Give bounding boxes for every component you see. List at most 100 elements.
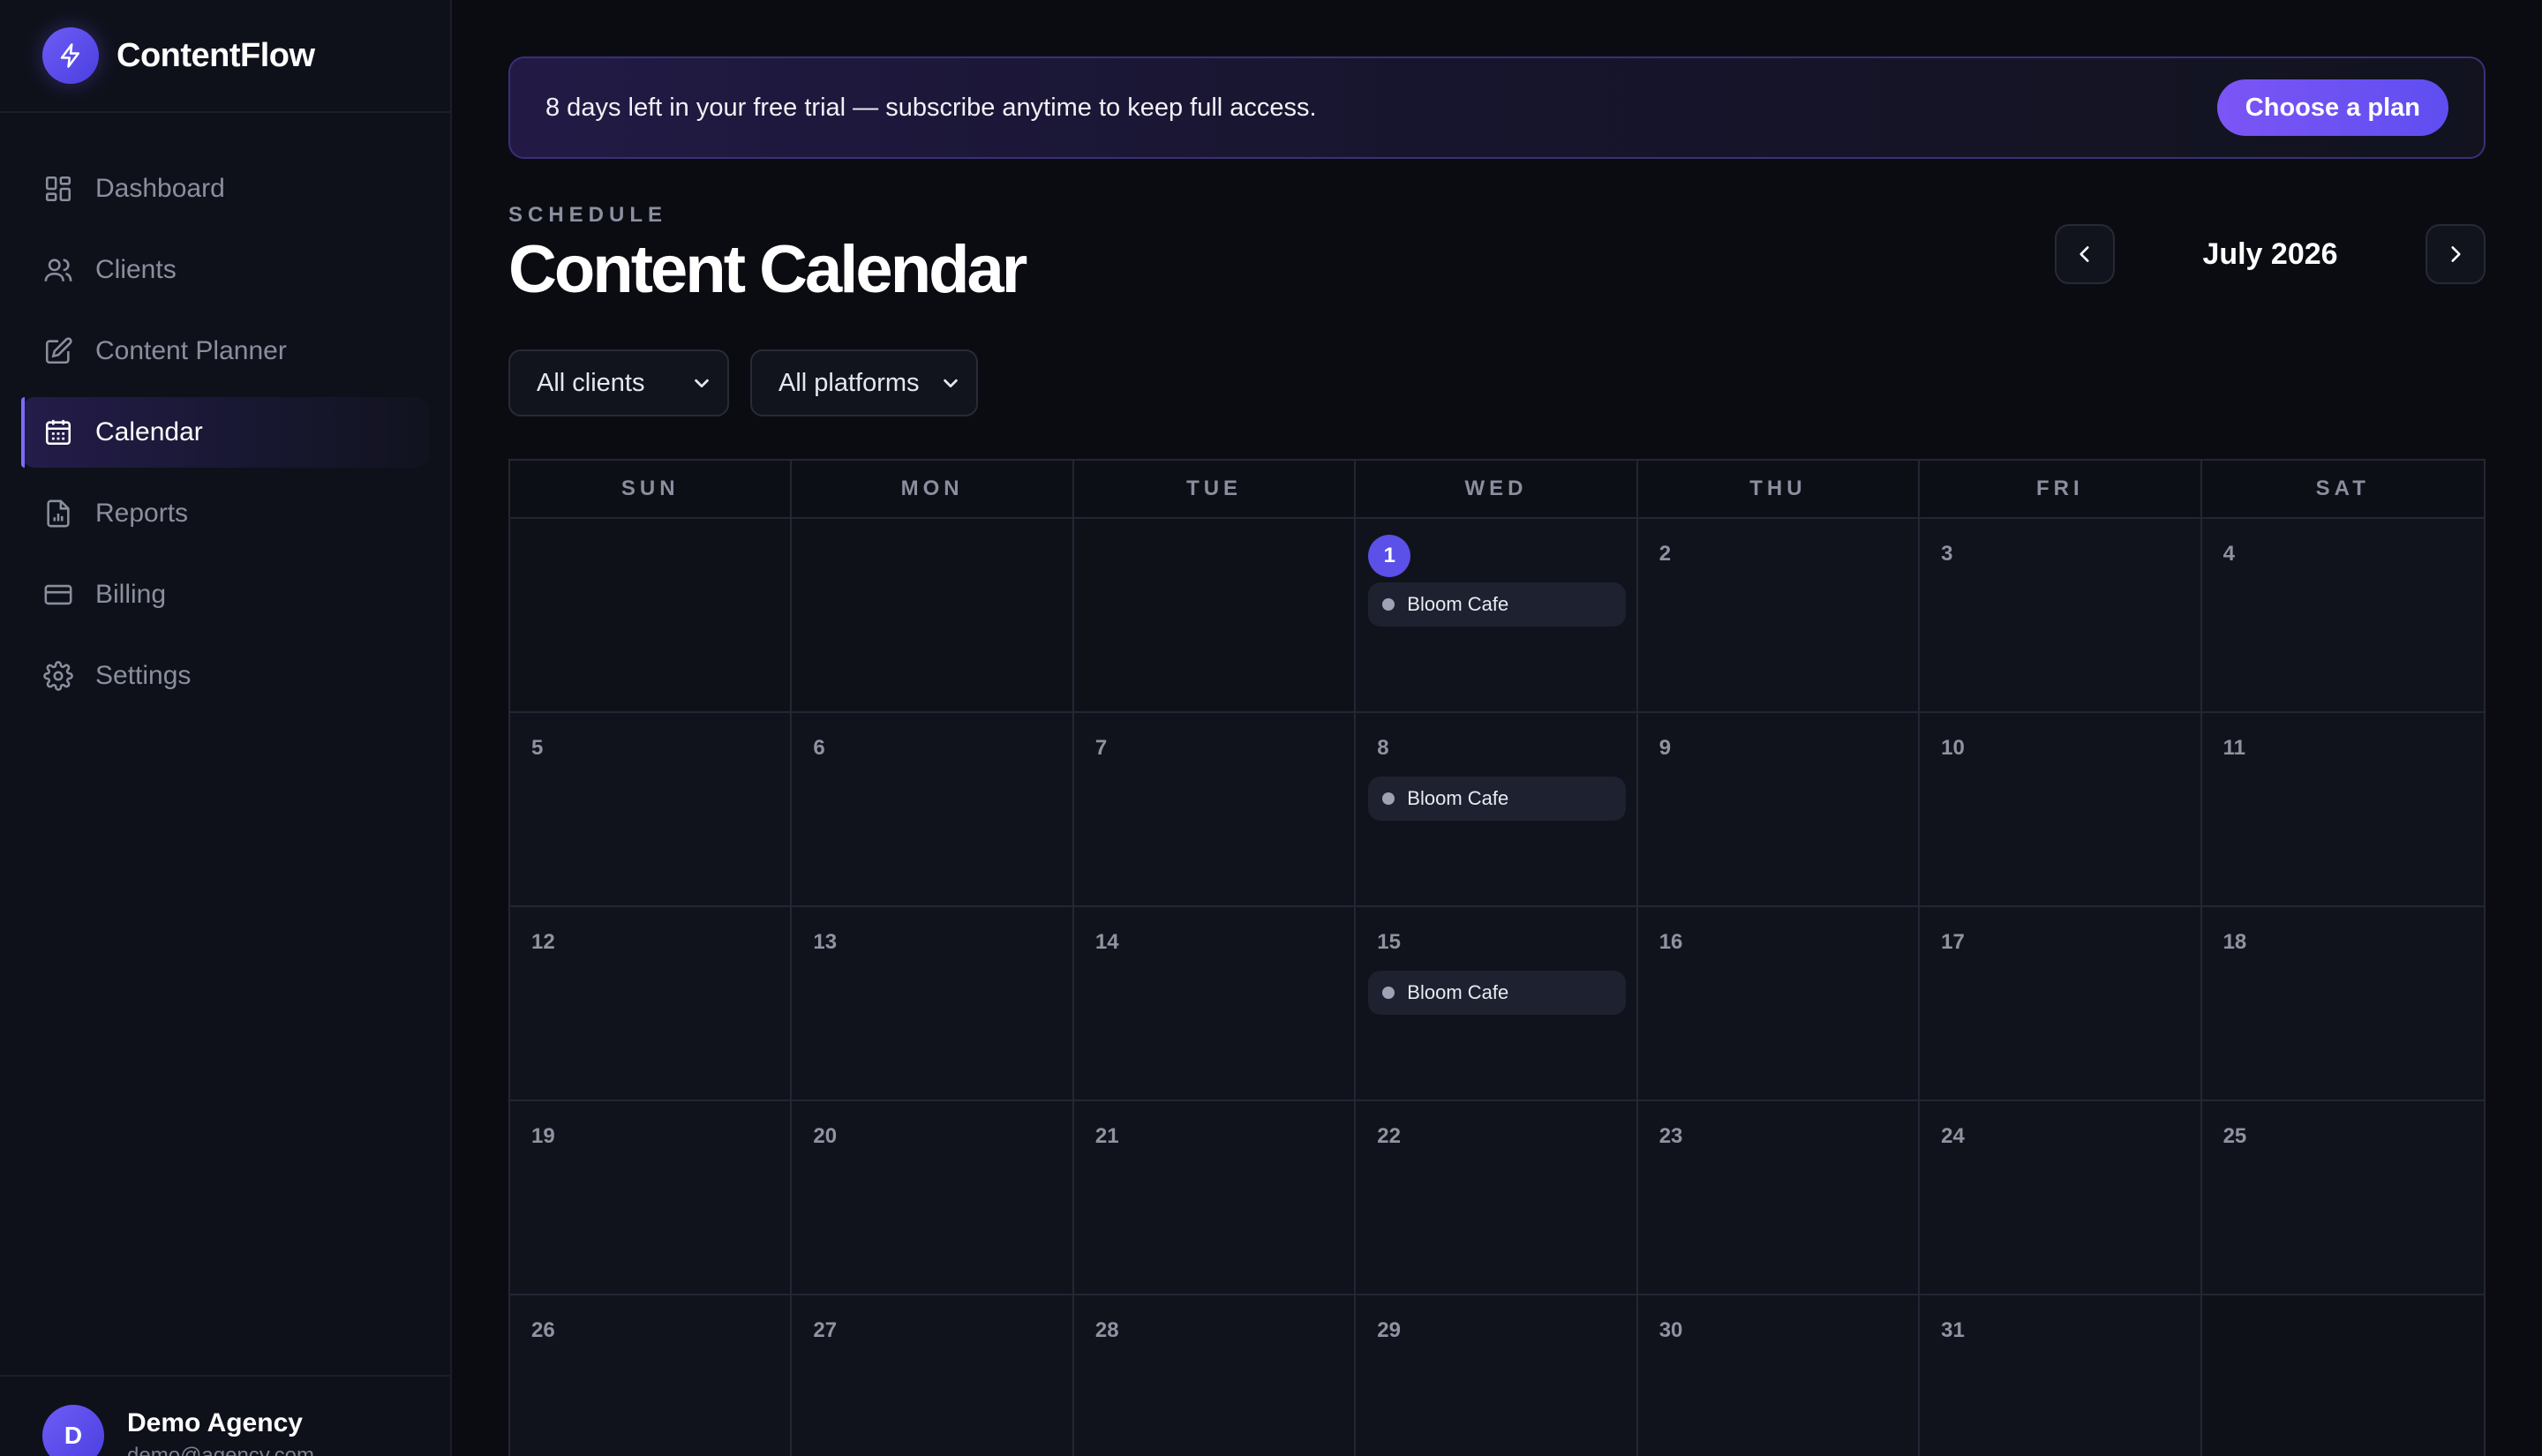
day-number: 5 — [531, 736, 544, 760]
calendar-day-cell[interactable]: 30 — [1637, 1295, 1921, 1456]
event-label: Bloom Cafe — [1407, 787, 1509, 809]
day-number: 24 — [1941, 1124, 1965, 1148]
calendar-day-cell[interactable]: 28 — [1073, 1295, 1357, 1456]
calendar-day-cell[interactable]: 27 — [792, 1295, 1074, 1456]
calendar-day-cell[interactable]: 20 — [792, 1101, 1074, 1295]
calendar-day-cell[interactable]: 31 — [1920, 1295, 2202, 1456]
day-number: 27 — [813, 1318, 838, 1342]
calendar-day-cell[interactable]: 3 — [1920, 519, 2202, 713]
brand-name: ContentFlow — [117, 36, 315, 74]
day-number: 15 — [1377, 930, 1401, 954]
client-filter-value: All clients — [537, 368, 645, 397]
calendar-day-cell[interactable]: 8 Bloom Cafe — [1356, 713, 1638, 907]
choose-plan-button[interactable]: Choose a plan — [2216, 79, 2448, 136]
dashboard-grid-icon — [42, 173, 74, 205]
sidebar: ContentFlow Dashboard Clients Content Pl… — [0, 0, 452, 1456]
day-number: 25 — [2222, 1124, 2247, 1148]
sidebar-item-billing[interactable]: Billing — [21, 559, 429, 630]
calendar-day-cell[interactable]: 19 — [510, 1101, 793, 1295]
day-number: 29 — [1377, 1318, 1401, 1342]
days-grid: 1 Bloom Cafe 2 3 4 5 6 7 8 Bloom Cafe 9 10 11 12 13 14 1… — [510, 519, 2484, 1456]
event-status-dot — [1382, 598, 1395, 611]
calendar-day-cell[interactable]: 12 — [510, 907, 793, 1101]
weekday-header: SUN MON TUE WED THU FRI SAT — [510, 461, 2484, 519]
event-status-dot — [1382, 792, 1395, 805]
day-number: 26 — [531, 1318, 555, 1342]
sidebar-item-clients[interactable]: Clients — [21, 235, 429, 305]
calendar-icon — [42, 417, 74, 448]
lightning-bolt-icon[interactable] — [42, 27, 99, 84]
sidebar-item-dashboard[interactable]: Dashboard — [21, 154, 429, 224]
calendar-day-cell[interactable]: 25 — [2201, 1101, 2484, 1295]
app-root: ContentFlow Dashboard Clients Content Pl… — [0, 0, 2542, 1456]
calendar-day-cell[interactable]: 2 — [1637, 519, 1921, 713]
day-number: 4 — [2222, 542, 2235, 566]
sidebar-item-label: Reports — [95, 499, 189, 528]
calendar-day-cell[interactable]: 15 Bloom Cafe — [1356, 907, 1638, 1101]
calendar-day-cell[interactable]: 24 — [1920, 1101, 2202, 1295]
calendar-day-cell[interactable]: 21 — [1073, 1101, 1357, 1295]
calendar-day-cell[interactable]: 18 — [2201, 907, 2484, 1101]
chevron-left-icon — [2079, 246, 2089, 262]
day-number: 20 — [813, 1124, 838, 1148]
calendar-event-chip[interactable]: Bloom Cafe — [1368, 971, 1626, 1015]
calendar-day-cell[interactable]: 17 — [1920, 907, 2202, 1101]
day-number: 7 — [1094, 736, 1108, 760]
sidebar-item-settings[interactable]: Settings — [21, 641, 429, 711]
today-day-number: 1 — [1368, 535, 1411, 577]
month-navigator: July 2026 — [2055, 224, 2486, 284]
sidebar-item-label: Billing — [95, 580, 167, 609]
sidebar-item-content-planner[interactable]: Content Planner — [21, 316, 429, 387]
day-number: 28 — [1094, 1318, 1119, 1342]
calendar-day-cell[interactable]: 23 — [1637, 1101, 1921, 1295]
sidebar-item-label: Clients — [95, 255, 177, 284]
day-number: 22 — [1377, 1124, 1401, 1148]
sidebar-item-label: Content Planner — [95, 336, 287, 365]
previous-month-button[interactable] — [2055, 224, 2115, 284]
credit-card-icon — [42, 579, 74, 611]
calendar-day-cell[interactable]: 11 — [2201, 713, 2484, 907]
calendar-day-cell — [1073, 519, 1357, 713]
calendar-day-cell[interactable]: 10 — [1920, 713, 2202, 907]
sidebar-nav: Dashboard Clients Content Planner Calend… — [0, 113, 450, 711]
event-label: Bloom Cafe — [1407, 981, 1509, 1003]
calendar-day-cell[interactable]: 16 — [1637, 907, 1921, 1101]
weekday-label: MON — [792, 461, 1074, 517]
day-number: 14 — [1094, 930, 1119, 954]
calendar-day-cell[interactable]: 9 — [1637, 713, 1921, 907]
sidebar-item-reports[interactable]: Reports — [21, 478, 429, 549]
calendar-day-cell[interactable]: 29 — [1356, 1295, 1638, 1456]
client-filter-select[interactable]: All clients — [508, 349, 729, 417]
chevron-right-icon — [2451, 246, 2461, 262]
calendar-day-cell[interactable]: 1 Bloom Cafe — [1356, 519, 1638, 713]
next-month-button[interactable] — [2425, 224, 2486, 284]
calendar-day-cell[interactable]: 26 — [510, 1295, 793, 1456]
calendar-day-cell[interactable]: 5 — [510, 713, 793, 907]
calendar-day-cell[interactable]: 7 — [1073, 713, 1357, 907]
calendar-day-cell[interactable]: 4 — [2201, 519, 2484, 713]
calendar-day-cell[interactable]: 22 — [1356, 1101, 1638, 1295]
sidebar-item-calendar[interactable]: Calendar — [21, 397, 429, 468]
page-title: Content Calendar — [508, 232, 1027, 307]
calendar-day-cell[interactable]: 13 — [792, 907, 1074, 1101]
gear-icon — [42, 660, 74, 692]
calendar-day-cell — [2201, 1295, 2484, 1456]
page-eyebrow: SCHEDULE — [508, 203, 668, 227]
calendar-day-cell[interactable]: 6 — [792, 713, 1074, 907]
day-number: 11 — [2222, 736, 2245, 760]
day-number: 3 — [1941, 542, 1953, 566]
day-number: 18 — [2222, 930, 2247, 954]
weekday-label: FRI — [1920, 461, 2202, 517]
trial-banner: 8 days left in your free trial — subscri… — [508, 56, 2486, 159]
edit-square-icon — [42, 335, 74, 367]
user-profile[interactable]: D Demo Agency demo@agency.com — [0, 1375, 450, 1456]
user-meta: Demo Agency demo@agency.com — [127, 1408, 314, 1456]
calendar-event-chip[interactable]: Bloom Cafe — [1368, 777, 1626, 821]
avatar[interactable]: D — [42, 1405, 104, 1456]
day-number: 17 — [1941, 930, 1965, 954]
day-number: 9 — [1658, 736, 1672, 760]
platform-filter-select[interactable]: All platforms — [750, 349, 978, 417]
filters-bar: All clients All platforms — [508, 349, 978, 417]
calendar-day-cell[interactable]: 14 — [1073, 907, 1357, 1101]
calendar-event-chip[interactable]: Bloom Cafe — [1368, 582, 1626, 627]
